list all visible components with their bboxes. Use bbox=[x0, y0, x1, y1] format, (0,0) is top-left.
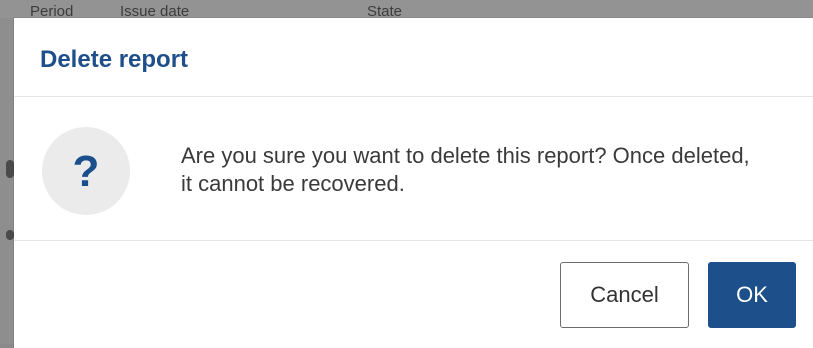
dialog-footer: Cancel OK bbox=[14, 241, 813, 341]
dialog-header: Delete report bbox=[14, 18, 813, 97]
cancel-button[interactable]: Cancel bbox=[560, 262, 689, 328]
background-edge-mark bbox=[6, 230, 14, 240]
ok-button[interactable]: OK bbox=[708, 262, 796, 328]
dialog-title: Delete report bbox=[40, 46, 189, 73]
dialog-body: ? Are you sure you want to delete this r… bbox=[14, 97, 813, 241]
dialog-message: Are you sure you want to delete this rep… bbox=[181, 143, 750, 196]
delete-report-dialog: Delete report ? Are you sure you want to… bbox=[14, 18, 813, 348]
background-table-header: Period Issue date State bbox=[0, 0, 813, 18]
background-column-period: Period bbox=[30, 3, 74, 18]
question-icon: ? bbox=[42, 127, 130, 215]
background-edge-mark bbox=[6, 160, 14, 178]
background-column-state: State bbox=[367, 3, 403, 18]
background-column-issue-date: Issue date bbox=[120, 3, 190, 18]
question-mark-glyph: ? bbox=[72, 147, 100, 196]
